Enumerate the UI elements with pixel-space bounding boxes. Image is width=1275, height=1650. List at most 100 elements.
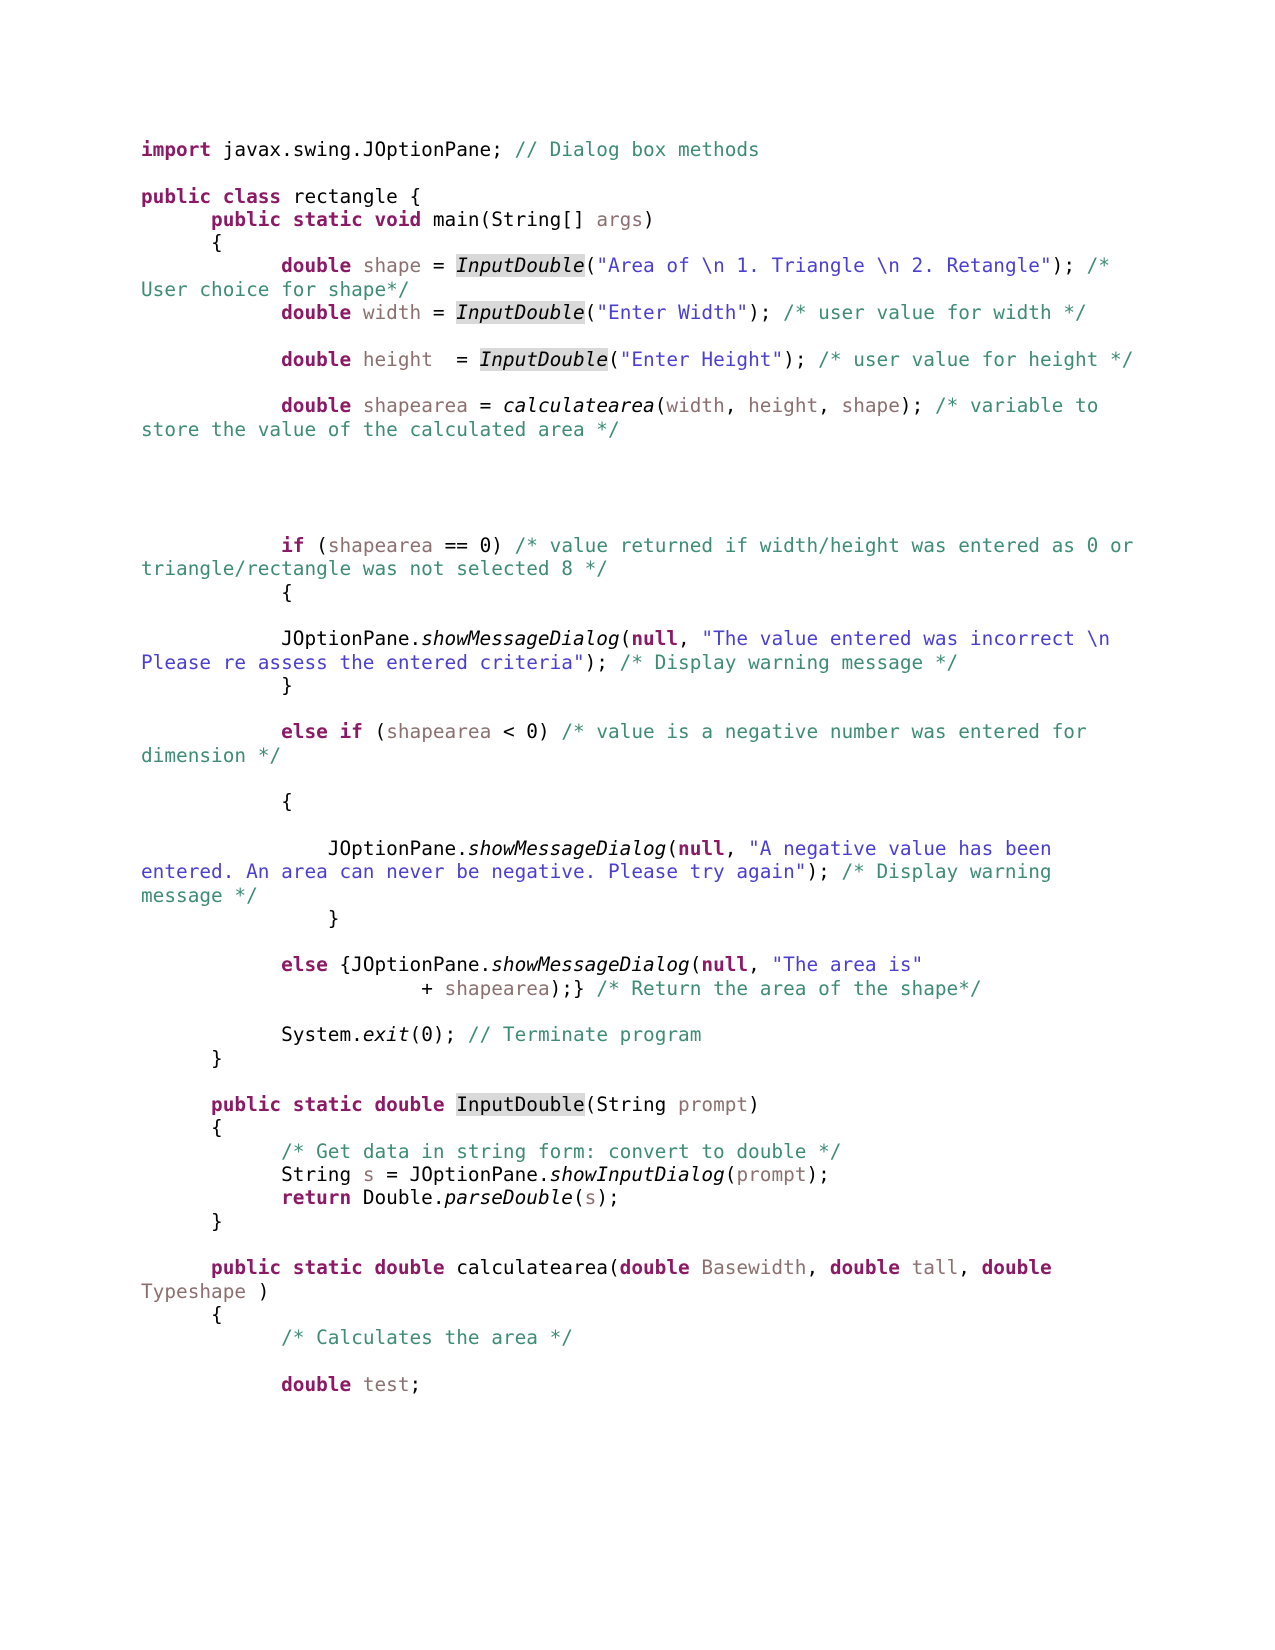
line-show-negative: JOptionPane.showMessageDialog(null, "A n…: [141, 837, 1135, 907]
token-pl: System.: [141, 1023, 363, 1047]
line-if-close-brace: }: [141, 674, 1135, 697]
line-else-if-negative: else if (shapearea < 0) /* value is a ne…: [141, 720, 1135, 767]
line-blank-10: [141, 767, 1135, 790]
token-kw: public class: [141, 184, 282, 208]
token-pl: (: [304, 534, 328, 558]
token-kw: null: [678, 836, 725, 860]
token-pl: main(String[]: [421, 207, 597, 231]
token-pl: );}: [549, 976, 597, 1000]
token-var: shapearea: [327, 534, 433, 558]
token-var: Basewidth: [701, 1256, 807, 1280]
line-string-s: String s = JOptionPane.showInputDialog(p…: [141, 1163, 1135, 1186]
token-kw: double: [981, 1256, 1052, 1280]
token-kw: double: [619, 1256, 690, 1280]
token-pl: javax.swing.JOptionPane;: [211, 138, 515, 161]
token-kw: import: [141, 138, 212, 161]
line-blank-15: [141, 1233, 1135, 1256]
token-fn: showMessageDialog: [491, 953, 690, 977]
token-var: width: [666, 394, 725, 418]
token-kw: public static double: [211, 1256, 445, 1280]
token-pl: {: [141, 1302, 223, 1326]
token-pl: (: [572, 1186, 585, 1210]
token-pl: }: [141, 1209, 223, 1233]
token-var: height: [362, 347, 433, 371]
line-if-open-brace: {: [141, 581, 1135, 604]
token-kw: if: [281, 534, 305, 558]
token-pl: ): [748, 1093, 760, 1117]
line-main-close-brace: }: [141, 1047, 1135, 1070]
token-kw: double: [829, 1256, 900, 1280]
line-inputdouble-open-brace: {: [141, 1116, 1135, 1139]
line-double-height: double height = InputDouble("Enter Heigh…: [141, 347, 1135, 371]
token-pl: ,: [678, 627, 702, 651]
token-var: test: [362, 1372, 410, 1396]
token-pl: JOptionPane.: [141, 627, 422, 651]
token-kw: else if: [281, 720, 363, 744]
token-fn: calculatearea: [502, 394, 655, 418]
token-var: height: [748, 394, 819, 418]
token-pl: ): [643, 207, 655, 231]
token-var: prompt: [678, 1093, 749, 1117]
line-blank-2: [141, 324, 1135, 347]
token-var: width: [362, 301, 422, 325]
token-fn: parseDouble: [444, 1186, 573, 1210]
line-blank-16: [141, 1349, 1135, 1372]
token-pl: (: [608, 347, 620, 371]
line-blank-13: [141, 1000, 1135, 1023]
line-calculatearea-decl: public static double calculatearea(doubl…: [141, 1256, 1135, 1303]
token-kw: public static void: [211, 207, 422, 231]
token-pl: ,: [748, 953, 772, 977]
line-comment-calculates: /* Calculates the area */: [141, 1326, 1135, 1349]
token-kw: double: [281, 1372, 352, 1396]
line-plus-shapearea: + shapearea);} /* Return the area of the…: [141, 977, 1135, 1000]
token-pl: (0);: [409, 1023, 468, 1047]
token-cmt: /* Return the area of the shape*/: [596, 976, 982, 1000]
token-pl: (: [584, 301, 597, 325]
token-var: Typeshape: [141, 1279, 247, 1303]
token-str: "The area is": [771, 953, 924, 977]
token-pl: }: [141, 906, 340, 930]
token-var: args: [596, 207, 644, 231]
line-return-parsedouble: return Double.parseDouble(s);: [141, 1186, 1135, 1209]
token-def-hl: InputDouble: [456, 1093, 585, 1117]
token-cmt: /* user value for width */: [783, 301, 1087, 325]
token-pl: {: [141, 1116, 223, 1140]
line-comment-getdata: /* Get data in string form: convert to d…: [141, 1140, 1135, 1163]
token-pl: (: [724, 1163, 737, 1187]
token-var: s: [584, 1186, 597, 1210]
token-var: tall: [911, 1256, 959, 1280]
token-var: prompt: [736, 1163, 807, 1187]
token-fn-hl: InputDouble: [479, 347, 608, 371]
token-fn-hl: InputDouble: [456, 301, 585, 325]
line-blank-3: [141, 371, 1135, 394]
token-str: "Enter Width": [596, 301, 749, 325]
line-blank-7: [141, 511, 1135, 534]
token-str: "Area of \n 1. Triangle \n 2. Retangle": [596, 254, 1052, 278]
line-if-shapearea-zero: if (shapearea == 0) /* value returned if…: [141, 534, 1135, 581]
token-pl: );: [806, 860, 842, 884]
token-pl: (: [362, 720, 387, 744]
token-pl: );: [783, 347, 819, 371]
token-pl: (: [619, 627, 632, 651]
token-pl: ): [246, 1279, 270, 1303]
token-pl: Double.: [351, 1186, 445, 1210]
token-kw: double: [281, 254, 352, 278]
line-blank-14: [141, 1070, 1135, 1093]
line-blank-4: [141, 441, 1135, 464]
token-pl: < 0): [491, 720, 562, 744]
